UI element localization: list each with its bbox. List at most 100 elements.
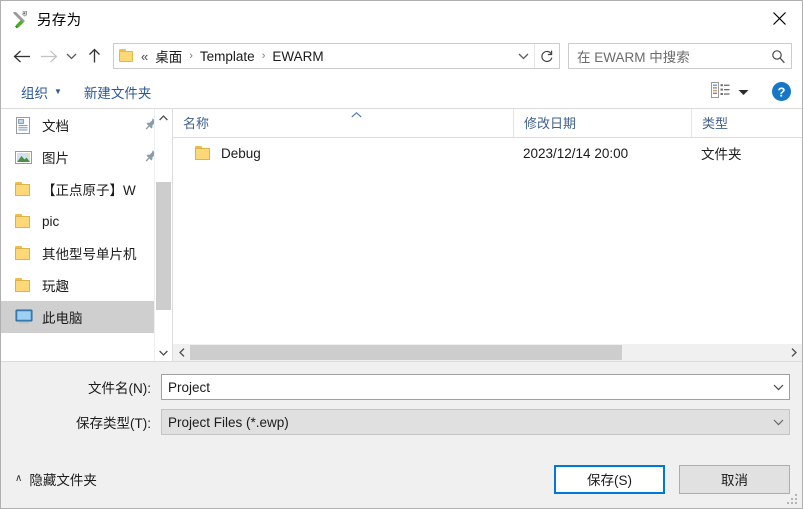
new-folder-label: 新建文件夹 — [83, 85, 152, 101]
sidebar-item-this-pc[interactable]: 此电脑 — [1, 301, 172, 333]
save-button[interactable]: 保存(S) — [554, 464, 665, 494]
breadcrumb-item-ewarm[interactable]: EWARM — [268, 47, 327, 66]
scroll-up-button[interactable] — [155, 109, 172, 126]
command-bar: 组织 ▼ 新建文件夹 ? — [1, 75, 802, 109]
file-list-horizontal-scrollbar[interactable] — [173, 344, 802, 361]
up-arrow-icon — [88, 48, 100, 63]
back-button[interactable] — [9, 42, 35, 70]
navigation-pane: 文档 图片 【正点原子】W pic 其他型号单片机 玩趣 此电脑 — [1, 109, 172, 361]
breadcrumb-item-template[interactable]: Template — [196, 47, 259, 66]
recent-locations-button[interactable] — [61, 42, 81, 70]
chevron-down-icon — [773, 384, 783, 390]
chevron-down-icon — [66, 53, 76, 60]
help-icon: ? — [772, 82, 791, 101]
back-arrow-icon — [13, 50, 30, 62]
dialog-content: 文档 图片 【正点原子】W pic 其他型号单片机 玩趣 此电脑 名称 修改日期… — [1, 109, 802, 361]
close-button[interactable] — [756, 1, 802, 35]
breadcrumb-item-desktop[interactable]: 桌面 — [151, 44, 186, 68]
search-input[interactable]: 在 EWARM 中搜索 — [569, 46, 765, 66]
cancel-button[interactable]: 取消 — [679, 464, 790, 494]
sidebar-item-pic[interactable]: pic — [1, 205, 172, 237]
address-bar[interactable]: « 桌面 › Template › EWARM — [113, 43, 560, 69]
file-type-dropdown-button[interactable] — [767, 419, 789, 426]
sidebar-item-wanqu[interactable]: 玩趣 — [1, 269, 172, 301]
chevron-down-icon — [773, 419, 783, 425]
resize-grip[interactable] — [787, 494, 799, 506]
pictures-icon — [15, 150, 35, 165]
view-options-button[interactable] — [707, 79, 753, 104]
scrollbar-thumb[interactable] — [156, 182, 171, 310]
list-view-icon — [711, 82, 730, 101]
sidebar-item-label: 其他型号单片机 — [42, 247, 137, 262]
file-type-value: Project Files (*.ewp) — [168, 414, 289, 430]
scroll-right-button[interactable] — [785, 344, 802, 361]
folder-icon — [15, 246, 35, 260]
chevron-down-icon — [518, 53, 528, 60]
file-list-pane: 名称 修改日期 类型 Debug 2023/12/14 20:00 文件夹 — [172, 109, 802, 361]
file-type-label: 保存类型(T): — [76, 416, 151, 431]
search-box[interactable]: 在 EWARM 中搜索 — [568, 43, 792, 69]
breadcrumb-overflow[interactable]: « — [141, 49, 151, 64]
scrollbar-thumb[interactable] — [190, 345, 622, 360]
hide-folders-toggle[interactable]: ∧ 隐藏文件夹 — [15, 469, 97, 489]
file-name-label: Debug — [221, 145, 261, 161]
sidebar-item-zhengdianyuanzi[interactable]: 【正点原子】W — [1, 173, 172, 205]
forward-arrow-icon — [40, 50, 57, 62]
save-as-dialog: 另存为 « 桌面 › Template › EWARM 在 EWARM 中搜索 … — [0, 0, 803, 509]
sidebar-item-label: 图片 — [42, 151, 69, 166]
help-button[interactable]: ? — [771, 81, 792, 102]
chevron-down-icon — [159, 350, 168, 356]
breadcrumb: « 桌面 › Template › EWARM — [141, 44, 512, 68]
new-folder-button[interactable]: 新建文件夹 — [78, 79, 158, 105]
refresh-button[interactable] — [534, 44, 559, 68]
file-name-input[interactable]: Project — [161, 374, 790, 400]
file-date-cell: 2023/12/14 20:00 — [523, 145, 629, 161]
scroll-down-button[interactable] — [155, 344, 172, 361]
sidebar-item-label: 此电脑 — [42, 311, 83, 326]
sidebar-item-documents[interactable]: 文档 — [1, 109, 172, 141]
folder-icon — [15, 182, 35, 196]
breadcrumb-separator[interactable]: › — [259, 50, 269, 62]
column-header-name[interactable]: 名称 — [173, 109, 513, 137]
sidebar-item-other-mcu[interactable]: 其他型号单片机 — [1, 237, 172, 269]
file-name-cell: Debug — [173, 146, 513, 161]
sidebar-item-label: 文档 — [42, 119, 69, 134]
sort-ascending-icon — [351, 111, 362, 121]
chevron-down-icon — [738, 84, 749, 99]
column-header-date-modified[interactable]: 修改日期 — [513, 109, 691, 137]
search-icon — [765, 49, 791, 64]
table-row[interactable]: Debug 2023/12/14 20:00 文件夹 — [173, 138, 802, 168]
sidebar-scrollbar[interactable] — [154, 109, 172, 361]
scroll-left-button[interactable] — [173, 344, 190, 361]
breadcrumb-separator[interactable]: › — [186, 50, 196, 62]
sidebar-item-pictures[interactable]: 图片 — [1, 141, 172, 173]
folder-icon — [15, 278, 35, 292]
file-type-row: 保存类型(T): Project Files (*.ewp) — [1, 409, 802, 435]
title-bar: 另存为 — [1, 1, 802, 37]
iar-workbench-icon — [10, 9, 30, 29]
window-title: 另存为 — [37, 12, 82, 29]
sidebar-item-label: pic — [42, 213, 60, 229]
file-type-select[interactable]: Project Files (*.ewp) — [161, 409, 790, 435]
address-dropdown-button[interactable] — [512, 44, 534, 68]
save-form: 文件名(N): Project 保存类型(T): Project Files (… — [1, 361, 802, 450]
folder-icon — [119, 49, 135, 63]
file-type-cell: 文件夹 — [701, 147, 742, 162]
chevron-left-icon — [178, 348, 184, 357]
sidebar-item-label: 玩趣 — [42, 279, 69, 294]
document-icon — [15, 116, 35, 134]
file-name-value[interactable]: Project — [162, 380, 767, 395]
column-header-type[interactable]: 类型 — [691, 109, 802, 137]
forward-button[interactable] — [35, 42, 61, 70]
file-list-body[interactable]: Debug 2023/12/14 20:00 文件夹 — [173, 138, 802, 344]
scrollbar-track[interactable] — [190, 344, 785, 361]
file-name-dropdown-button[interactable] — [767, 384, 789, 391]
hide-folders-label: 隐藏文件夹 — [29, 473, 97, 488]
refresh-icon — [541, 50, 553, 62]
sidebar-item-label: 【正点原子】W — [42, 183, 136, 198]
column-header-label: 名称 — [183, 116, 210, 131]
up-button[interactable] — [81, 42, 107, 70]
dialog-footer: ∧ 隐藏文件夹 保存(S) 取消 — [1, 450, 802, 508]
organize-button[interactable]: 组织 ▼ — [15, 79, 68, 105]
chevron-down-icon: ▼ — [54, 86, 62, 96]
